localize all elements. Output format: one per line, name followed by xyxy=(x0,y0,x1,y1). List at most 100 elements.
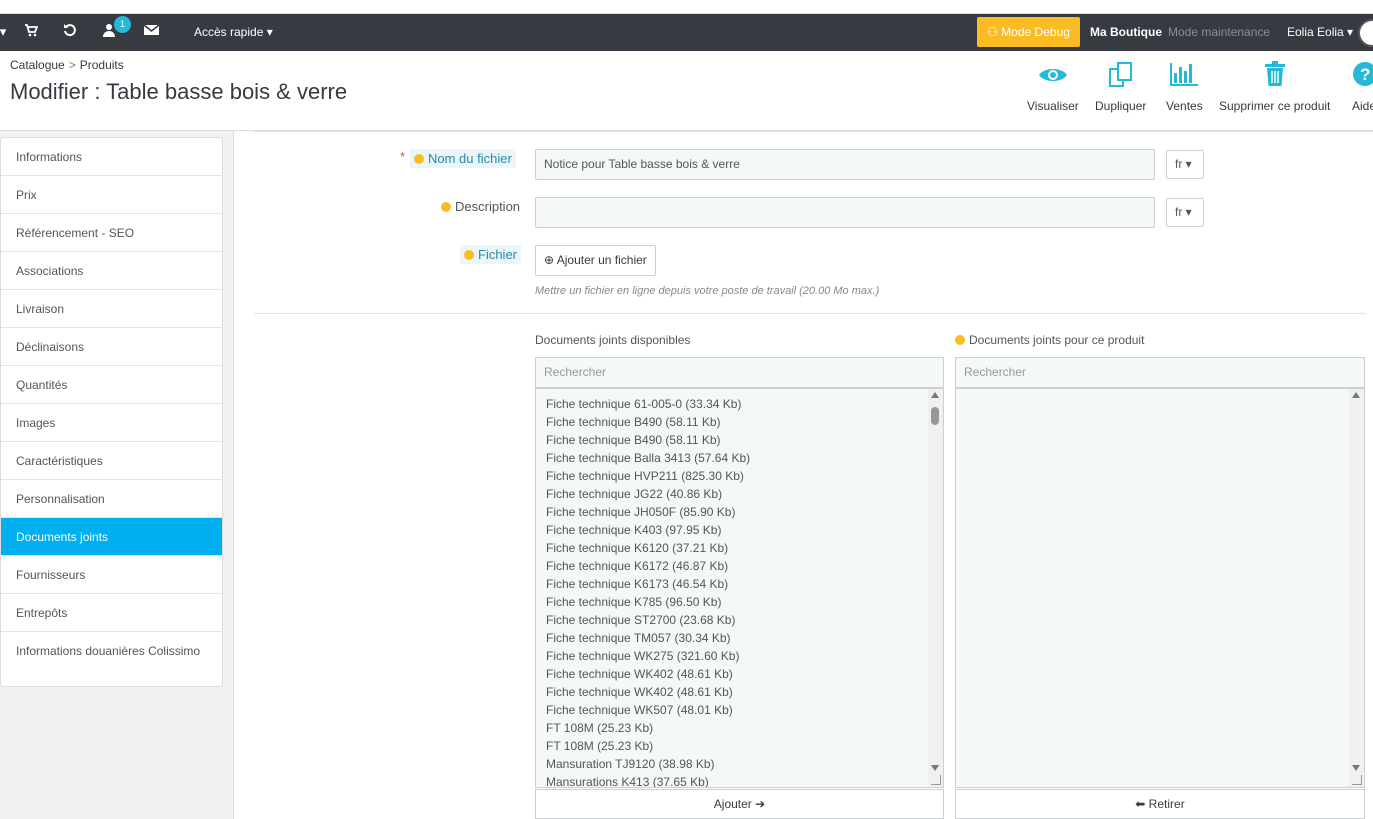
help-label: Aide xyxy=(1352,99,1373,113)
delete-product-button[interactable]: Supprimer ce produit xyxy=(1219,61,1330,113)
description-lang-dropdown[interactable]: fr ▾ xyxy=(1166,198,1204,227)
list-item[interactable]: Fiche technique K403 (97.95 Kb) xyxy=(546,521,933,539)
list-item[interactable]: Fiche technique HVP211 (825.30 Kb) xyxy=(546,467,933,485)
tab-caracteristiques[interactable]: Caractéristiques xyxy=(1,442,222,480)
list-item[interactable]: Fiche technique B490 (58.11 Kb) xyxy=(546,431,933,449)
filename-field[interactable]: Notice pour Table basse bois & verre xyxy=(535,149,1155,180)
hint-dot-icon xyxy=(464,250,474,260)
user-menu[interactable]: Eolia Eolia ▾ xyxy=(1287,25,1353,39)
product-search-input[interactable]: Rechercher xyxy=(955,357,1365,388)
tab-images[interactable]: Images xyxy=(1,404,222,442)
product-attachments-label-text: Documents joints pour ce produit xyxy=(969,333,1145,347)
scroll-down-icon[interactable] xyxy=(931,765,939,771)
scroll-up-icon[interactable] xyxy=(931,392,939,398)
tab-informations[interactable]: Informations xyxy=(1,138,222,176)
list-item[interactable]: Fiche technique JH050F (85.90 Kb) xyxy=(546,503,933,521)
add-attachment-button[interactable]: Ajouter ➔ xyxy=(535,789,944,819)
scrollbar[interactable] xyxy=(1349,389,1364,787)
cart-icon[interactable] xyxy=(22,23,40,41)
list-item[interactable]: Fiche technique JG22 (40.86 Kb) xyxy=(546,485,933,503)
scroll-up-icon[interactable] xyxy=(1352,392,1360,398)
copy-icon xyxy=(1095,61,1146,91)
list-item[interactable]: Fiche technique WK275 (321.60 Kb) xyxy=(546,647,933,665)
available-attachments-list[interactable]: Fiche technique 61-005-0 (33.34 Kb) Fiche… xyxy=(535,388,944,788)
list-item[interactable]: Fiche technique K6172 (46.87 Kb) xyxy=(546,557,933,575)
refresh-icon[interactable] xyxy=(61,23,79,41)
avatar[interactable] xyxy=(1358,19,1373,47)
scrollbar[interactable] xyxy=(928,389,943,787)
resize-grip-icon[interactable] xyxy=(931,775,941,785)
tab-personnalisation[interactable]: Personnalisation xyxy=(1,480,222,518)
file-label: Fichier xyxy=(460,245,522,264)
tab-seo[interactable]: Référencement - SEO xyxy=(1,214,222,252)
file-label-text: Fichier xyxy=(478,247,518,262)
breadcrumb-separator: > xyxy=(68,58,76,72)
add-file-label: Ajouter un fichier xyxy=(556,253,647,267)
svg-text:?: ? xyxy=(1360,65,1370,84)
list-item[interactable]: Mansurations K413 (37.65 Kb) xyxy=(546,773,933,787)
trash-icon xyxy=(1219,61,1330,91)
notification-badge: 1 xyxy=(114,16,131,33)
tab-entrepots[interactable]: Entrepôts xyxy=(1,594,222,632)
list-item[interactable]: Fiche technique WK402 (48.61 Kb) xyxy=(546,683,933,701)
scroll-down-icon[interactable] xyxy=(1352,765,1360,771)
breadcrumb-catalogue[interactable]: Catalogue xyxy=(10,58,65,72)
plus-circle-icon: ⊕ xyxy=(544,253,557,267)
tab-prix[interactable]: Prix xyxy=(1,176,222,214)
admin-header: ▾ 1 Accès rapide ▾ ⚇ Mode Debug Ma Bouti… xyxy=(0,14,1373,51)
filename-lang-dropdown[interactable]: fr ▾ xyxy=(1166,150,1204,179)
maintenance-link[interactable]: Mode maintenance xyxy=(1168,25,1270,39)
list-item[interactable]: Fiche technique WK507 (48.01 Kb) xyxy=(546,701,933,719)
list-item[interactable]: FT 108M (25.23 Kb) xyxy=(546,737,933,755)
breadcrumb-products[interactable]: Produits xyxy=(80,58,124,72)
hint-dot-icon xyxy=(441,202,451,212)
product-attachments-list[interactable] xyxy=(955,388,1365,788)
tab-associations[interactable]: Associations xyxy=(1,252,222,290)
help-button[interactable]: ? Aide xyxy=(1352,61,1373,113)
tab-quantites[interactable]: Quantités xyxy=(1,366,222,404)
attachments-panel: * Nom du fichier Notice pour Table basse… xyxy=(233,131,1373,819)
section-divider xyxy=(254,313,1366,314)
delete-label: Supprimer ce produit xyxy=(1219,99,1331,113)
bar-chart-icon xyxy=(1166,61,1203,91)
list-item[interactable]: Fiche technique 61-005-0 (33.34 Kb) xyxy=(546,395,933,413)
breadcrumb: Catalogue > Produits xyxy=(10,58,124,72)
tab-colissimo[interactable]: Informations douanières Colissimo xyxy=(1,632,222,686)
sales-button[interactable]: Ventes xyxy=(1166,61,1203,113)
list-item[interactable]: Fiche technique K6120 (37.21 Kb) xyxy=(546,539,933,557)
debug-mode-button[interactable]: ⚇ Mode Debug xyxy=(977,17,1080,47)
add-file-button[interactable]: ⊕ Ajouter un fichier xyxy=(535,245,656,276)
list-item[interactable]: Fiche technique Balla 3413 (57.64 Kb) xyxy=(546,449,933,467)
tab-documents-joints[interactable]: Documents joints xyxy=(1,518,222,556)
view-button[interactable]: Visualiser xyxy=(1027,61,1079,113)
menu-caret-icon[interactable]: ▾ xyxy=(0,23,12,41)
tab-livraison[interactable]: Livraison xyxy=(1,290,222,328)
list-item[interactable]: Fiche technique K785 (96.50 Kb) xyxy=(546,593,933,611)
available-search-input[interactable]: Rechercher xyxy=(535,357,944,388)
list-item[interactable]: Fiche technique ST2700 (23.68 Kb) xyxy=(546,611,933,629)
product-tabs-menu: Informations Prix Référencement - SEO As… xyxy=(0,137,223,687)
list-item[interactable]: Fiche technique TM057 (30.34 Kb) xyxy=(546,629,933,647)
hint-dot-icon xyxy=(955,335,965,345)
page-head: Catalogue > Produits Modifier : Table bass… xyxy=(0,51,1373,131)
view-label: Visualiser xyxy=(1027,99,1079,113)
help-icon: ? xyxy=(1352,61,1373,91)
duplicate-button[interactable]: Dupliquer xyxy=(1095,61,1146,113)
quick-access-menu[interactable]: Accès rapide ▾ xyxy=(194,25,273,39)
available-attachments-label: Documents joints disponibles xyxy=(535,333,691,347)
mail-icon[interactable] xyxy=(142,23,160,41)
tab-fournisseurs[interactable]: Fournisseurs xyxy=(1,556,222,594)
scroll-thumb[interactable] xyxy=(931,407,939,425)
list-item[interactable]: Fiche technique K6173 (46.54 Kb) xyxy=(546,575,933,593)
description-field[interactable] xyxy=(535,197,1155,228)
remove-attachment-button[interactable]: ⬅ Retirer xyxy=(955,789,1365,819)
page-title: Modifier : Table basse bois & verre xyxy=(10,79,348,104)
filename-label-text: Nom du fichier xyxy=(428,151,512,166)
tab-declinaisons[interactable]: Déclinaisons xyxy=(1,328,222,366)
list-item[interactable]: Fiche technique B490 (58.11 Kb) xyxy=(546,413,933,431)
list-item[interactable]: Fiche technique WK402 (48.61 Kb) xyxy=(546,665,933,683)
shop-name-link[interactable]: Ma Boutique xyxy=(1090,25,1162,39)
list-item[interactable]: Mansuration TJ9120 (38.98 Kb) xyxy=(546,755,933,773)
list-item[interactable]: FT 108M (25.23 Kb) xyxy=(546,719,933,737)
resize-grip-icon[interactable] xyxy=(1352,775,1362,785)
